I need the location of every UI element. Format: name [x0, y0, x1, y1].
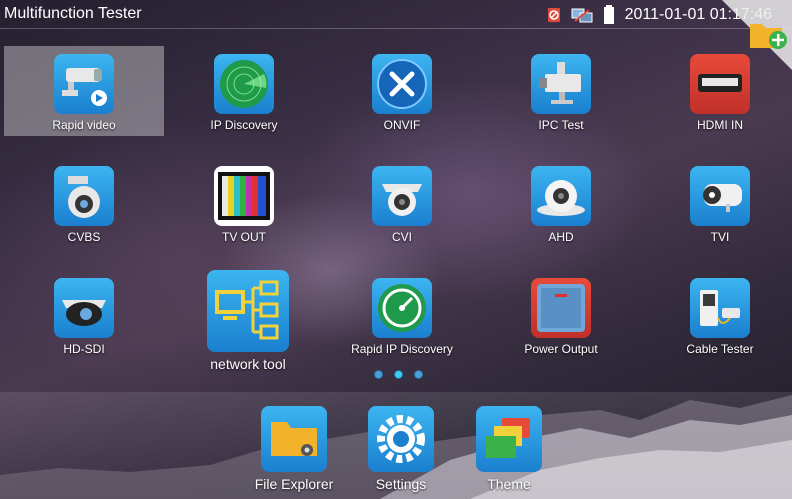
app-label: Cable Tester — [686, 342, 754, 356]
cctv-camera-play-icon[interactable] — [54, 54, 114, 114]
app-network-tool[interactable]: network tool — [168, 270, 328, 372]
app-ipc-test[interactable]: IPC Test — [481, 54, 641, 132]
page-indicator[interactable] — [374, 370, 423, 379]
page-dot[interactable] — [374, 370, 383, 379]
add-folder-icon[interactable] — [748, 16, 788, 50]
app-cvi[interactable]: CVI — [322, 166, 482, 244]
app-label: TVI — [710, 230, 730, 244]
app-label: CVBS — [67, 230, 101, 244]
gear-icon[interactable] — [368, 406, 434, 472]
hdmi-port-icon[interactable] — [690, 54, 750, 114]
color-bars-icon[interactable] — [214, 166, 274, 226]
app-hdmi-in[interactable]: HDMI IN — [640, 54, 792, 132]
app-label: AHD — [548, 230, 574, 244]
theme-cards-icon[interactable] — [476, 406, 542, 472]
divider — [0, 28, 792, 29]
network-diagram-icon[interactable] — [207, 270, 289, 352]
app-label: network tool — [210, 356, 286, 372]
power-switch-icon[interactable] — [531, 278, 591, 338]
app-label: CVI — [391, 230, 412, 244]
app-rapid-video[interactable]: Rapid video — [4, 46, 164, 136]
battery-icon — [603, 5, 614, 24]
app-label: Rapid video — [52, 118, 116, 132]
app-label: HDMI IN — [697, 118, 743, 132]
app-label: TV OUT — [222, 230, 266, 244]
dome-camera-icon[interactable] — [372, 166, 432, 226]
app-rapid-ip-discovery[interactable]: Rapid IP Discovery — [322, 278, 482, 356]
cable-tester-icon[interactable] — [690, 278, 750, 338]
folder-icon[interactable] — [261, 406, 327, 472]
dome-camera-icon[interactable] — [54, 166, 114, 226]
dock-label: Theme — [487, 476, 531, 492]
page-dot-active[interactable] — [394, 370, 403, 379]
app-cable-tester[interactable]: Cable Tester — [640, 278, 792, 356]
app-title: Multifunction Tester — [4, 5, 142, 22]
speedometer-icon[interactable] — [372, 278, 432, 338]
app-power-output[interactable]: Power Output — [481, 278, 641, 356]
sd-card-icon — [547, 8, 560, 22]
dock-theme[interactable]: Theme — [429, 406, 589, 492]
network-icon — [571, 8, 593, 23]
app-tv-out[interactable]: TV OUT — [164, 166, 324, 244]
app-label: Power Output — [524, 342, 598, 356]
speed-dome-icon[interactable] — [54, 278, 114, 338]
status-bar: Multifunction Tester 2011-01-01 01:17:46 — [0, 0, 792, 30]
radar-icon[interactable] — [214, 54, 274, 114]
home-screen: Multifunction Tester 2011-01-01 01:17:46 — [0, 0, 792, 499]
app-tvi[interactable]: TVI — [640, 166, 792, 244]
ip-camera-icon[interactable] — [531, 54, 591, 114]
app-label: IPC Test — [538, 118, 584, 132]
app-label: IP Discovery — [210, 118, 278, 132]
app-label: HD-SDI — [63, 342, 105, 356]
page-dot[interactable] — [414, 370, 423, 379]
dome-camera-icon[interactable] — [531, 166, 591, 226]
app-label: ONVIF — [383, 118, 421, 132]
app-label: Rapid IP Discovery — [351, 342, 453, 356]
app-ip-discovery[interactable]: IP Discovery — [164, 54, 324, 132]
tools-icon[interactable] — [372, 54, 432, 114]
app-cvbs[interactable]: CVBS — [4, 166, 164, 244]
app-ahd[interactable]: AHD — [481, 166, 641, 244]
app-hd-sdi[interactable]: HD-SDI — [4, 278, 164, 356]
bullet-camera-icon[interactable] — [690, 166, 750, 226]
app-onvif[interactable]: ONVIF — [322, 54, 482, 132]
